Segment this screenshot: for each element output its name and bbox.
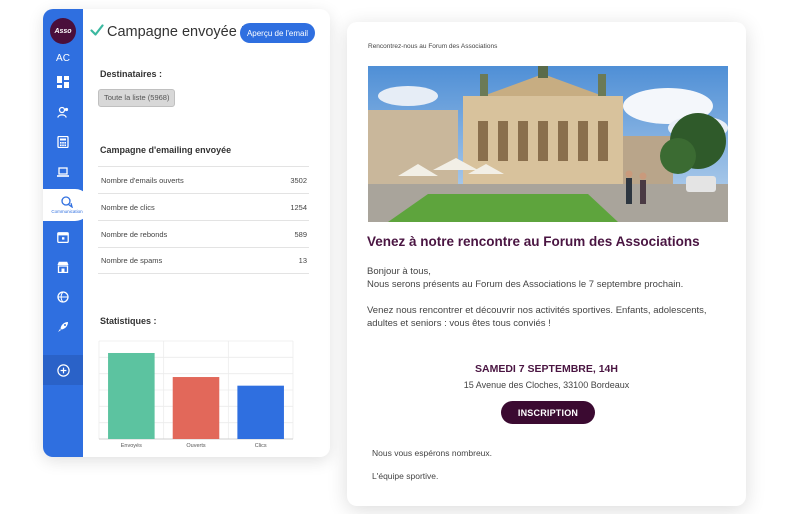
sidebar-item-accounting[interactable] bbox=[43, 127, 83, 157]
users-icon bbox=[57, 106, 69, 118]
stat-value: 589 bbox=[294, 229, 307, 239]
stat-label: Nombre d'emails ouverts bbox=[101, 175, 184, 185]
stat-label: Nombre de clics bbox=[101, 202, 155, 212]
campaign-summary: Campagne envoyée ! Aperçu de l'email Des… bbox=[83, 9, 330, 457]
page-title: Campagne envoyée ! bbox=[107, 24, 245, 40]
stat-label: Nombre de spams bbox=[101, 256, 163, 265]
chart-category-label: Ouverts bbox=[186, 443, 206, 449]
sidebar-item-members[interactable] bbox=[43, 97, 83, 127]
campaign-label: Campagne d'emailing envoyée bbox=[100, 145, 232, 155]
email-preview: Rencontrez-nous au Forum des Association… bbox=[347, 22, 746, 506]
sidebar-item-sports[interactable] bbox=[43, 282, 83, 312]
stat-value: 13 bbox=[298, 256, 307, 265]
sidebar-item-shop[interactable] bbox=[43, 252, 83, 282]
campaign-panel: Asso AC Communication Campagne envoyée !… bbox=[43, 9, 330, 457]
ball-icon bbox=[57, 291, 69, 303]
email-greeting: Bonjour à tous, bbox=[367, 266, 431, 277]
recipients-label: Destinataires : bbox=[100, 69, 163, 79]
chart-bar-2 bbox=[237, 385, 284, 439]
chart-category-label: Envoyés bbox=[121, 443, 142, 449]
sidebar-item-label: Communication bbox=[51, 209, 83, 214]
chart-bar-0 bbox=[108, 352, 155, 439]
event-date: SAMEDI 7 SEPTEMBRE, 14H bbox=[475, 363, 618, 375]
plus-circle-icon bbox=[56, 363, 70, 377]
laptop-icon bbox=[57, 167, 69, 177]
app-logo[interactable]: Asso bbox=[50, 18, 76, 44]
add-button[interactable] bbox=[43, 355, 83, 385]
dashboard-icon bbox=[57, 76, 69, 88]
check-icon bbox=[90, 24, 104, 36]
email-header-text: Rencontrez-nous au Forum des Association… bbox=[368, 43, 498, 50]
table-row: Nombre de clics 1254 bbox=[98, 193, 309, 220]
chat-bubbles-icon bbox=[61, 196, 73, 208]
email-closing: Nous vous espérons nombreux. bbox=[372, 448, 493, 458]
event-address: 15 Avenue des Cloches, 33100 Bordeaux bbox=[463, 380, 630, 390]
sidebar: Asso AC Communication bbox=[43, 9, 91, 457]
email-preview-button[interactable]: Aperçu de l'email bbox=[240, 23, 315, 43]
stat-label: Nombre de rebonds bbox=[101, 229, 168, 239]
inscription-button[interactable]: INSCRIPTION bbox=[501, 401, 595, 424]
chart-category-label: Clics bbox=[255, 443, 267, 449]
sidebar-item-dashboard[interactable] bbox=[43, 67, 83, 97]
rocket-icon bbox=[58, 322, 68, 332]
user-initials-avatar[interactable]: AC bbox=[43, 49, 83, 69]
campaign-stats-table: Nombre d'emails ouverts 3502 Nombre de c… bbox=[98, 166, 309, 274]
table-row: Nombre de rebonds 589 bbox=[98, 220, 309, 247]
email-intro: Nous serons présents au Forum des Associ… bbox=[367, 279, 684, 290]
table-row: Nombre d'emails ouverts 3502 bbox=[98, 166, 309, 193]
sidebar-item-website[interactable] bbox=[43, 157, 83, 187]
statistics-bar-chart: Envoyés Ouverts Clics bbox=[98, 340, 294, 449]
statistics-label: Statistiques : bbox=[100, 316, 157, 326]
table-row: Nombre de spams 13 bbox=[98, 247, 309, 274]
sidebar-item-events[interactable] bbox=[43, 222, 83, 252]
calendar-icon bbox=[57, 232, 69, 243]
store-icon bbox=[57, 261, 69, 273]
email-body: Venez nous rencontrer et découvrir nos a… bbox=[367, 305, 707, 329]
opera-house-photo bbox=[368, 66, 728, 222]
email-title: Venez à notre rencontre au Forum des Ass… bbox=[367, 234, 700, 249]
stat-value: 3502 bbox=[290, 175, 307, 185]
stat-value: 1254 bbox=[290, 202, 307, 212]
email-signature: L'équipe sportive. bbox=[372, 471, 439, 481]
sidebar-item-growth[interactable] bbox=[43, 312, 83, 342]
calculator-icon bbox=[57, 136, 69, 148]
chart-bar-1 bbox=[172, 377, 220, 439]
recipient-list-chip[interactable]: Toute la liste (5968) bbox=[98, 89, 176, 107]
